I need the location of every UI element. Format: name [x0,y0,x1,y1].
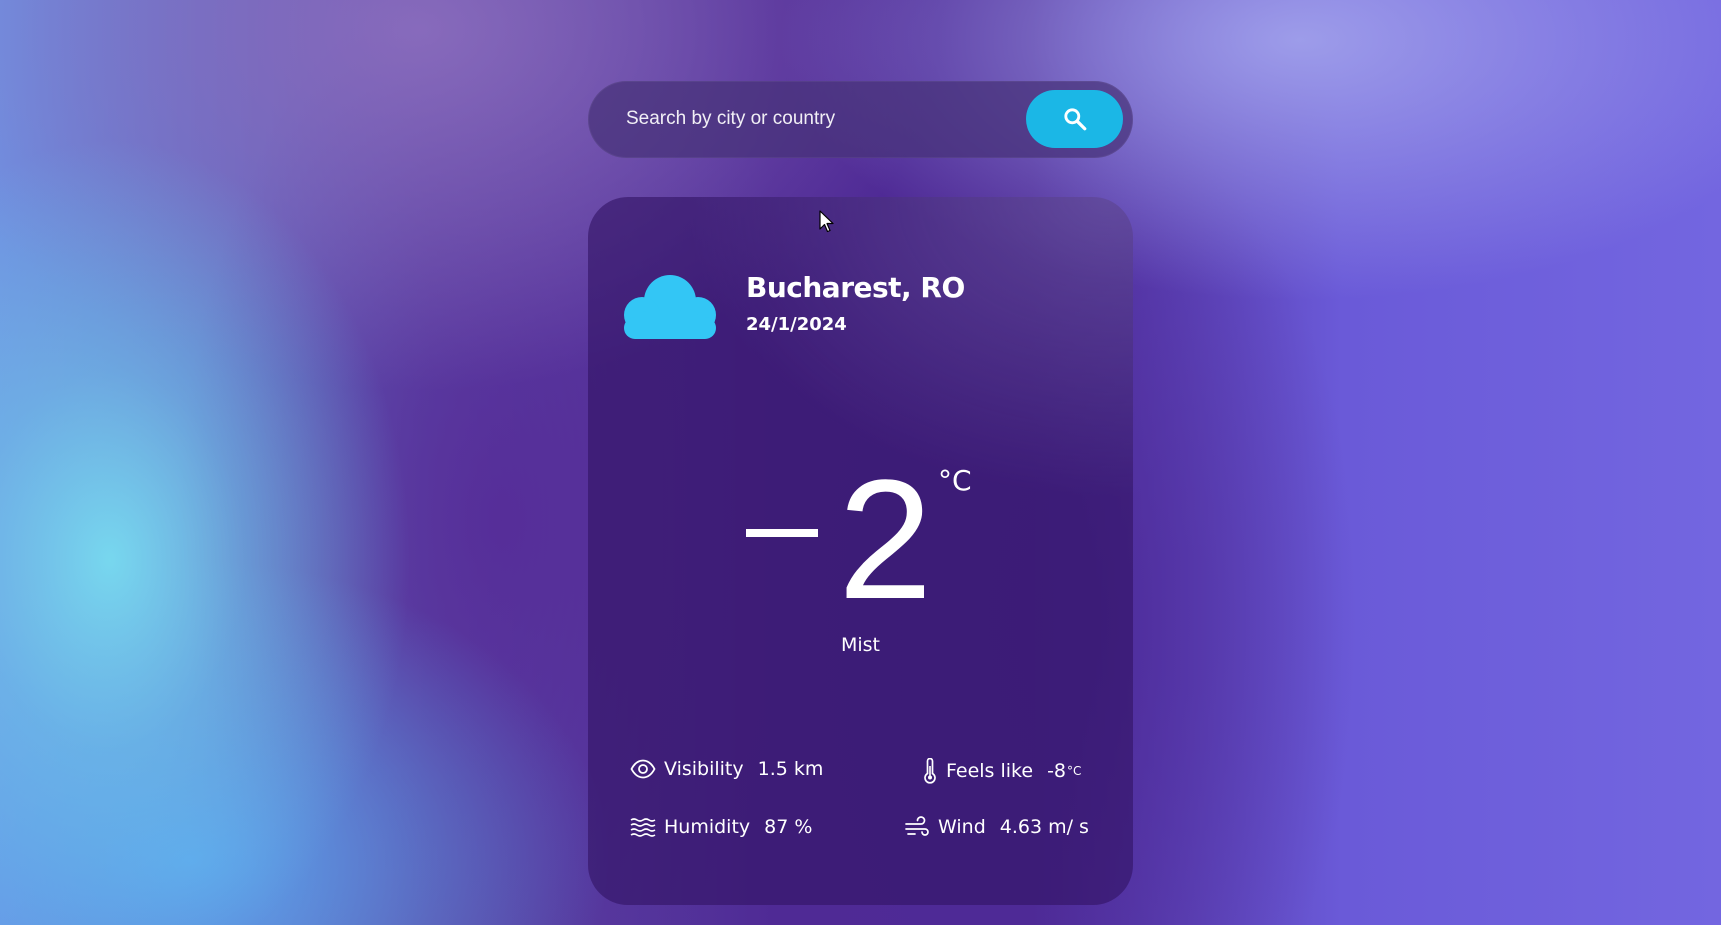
search-icon [1063,108,1086,131]
wind-label: Wind [938,816,986,838]
temperature-display: 2 °C [588,455,1133,625]
search-input[interactable] [626,99,986,139]
thermometer-icon [922,758,938,784]
feels-like-unit: °C [1067,764,1082,778]
weather-description: Mist [840,634,881,656]
humidity-waves-icon [630,817,656,837]
feels-like-value: -8 [1047,760,1067,782]
visibility-detail: Visibility 1.5 km [630,758,823,780]
search-button[interactable] [1026,90,1123,148]
temperature-value: 2 [838,445,933,635]
weather-card: Bucharest, RO 24/1/2024 2 °C Mist Visibi… [588,197,1133,905]
search-bar [588,81,1133,158]
temperature-unit: °C [938,464,972,497]
date-text: 24/1/2024 [746,314,847,335]
humidity-label: Humidity [664,816,751,838]
humidity-value: 87 % [764,816,813,838]
wind-icon [904,816,930,838]
visibility-value: 1.5 km [757,758,824,780]
city-name: Bucharest, RO [746,271,965,304]
feels-like-detail: Feels like -8 °C [922,758,1081,784]
eye-icon [630,759,656,779]
wind-value: 4.63 m/ s [999,816,1089,838]
mouse-cursor-icon [819,210,834,233]
wind-detail: Wind 4.63 m/ s [904,816,1089,838]
temperature-sign [746,529,818,537]
cloud-icon [624,275,716,339]
humidity-detail: Humidity 87 % [630,816,812,838]
feels-like-label: Feels like [946,760,1034,782]
visibility-label: Visibility [664,758,744,780]
